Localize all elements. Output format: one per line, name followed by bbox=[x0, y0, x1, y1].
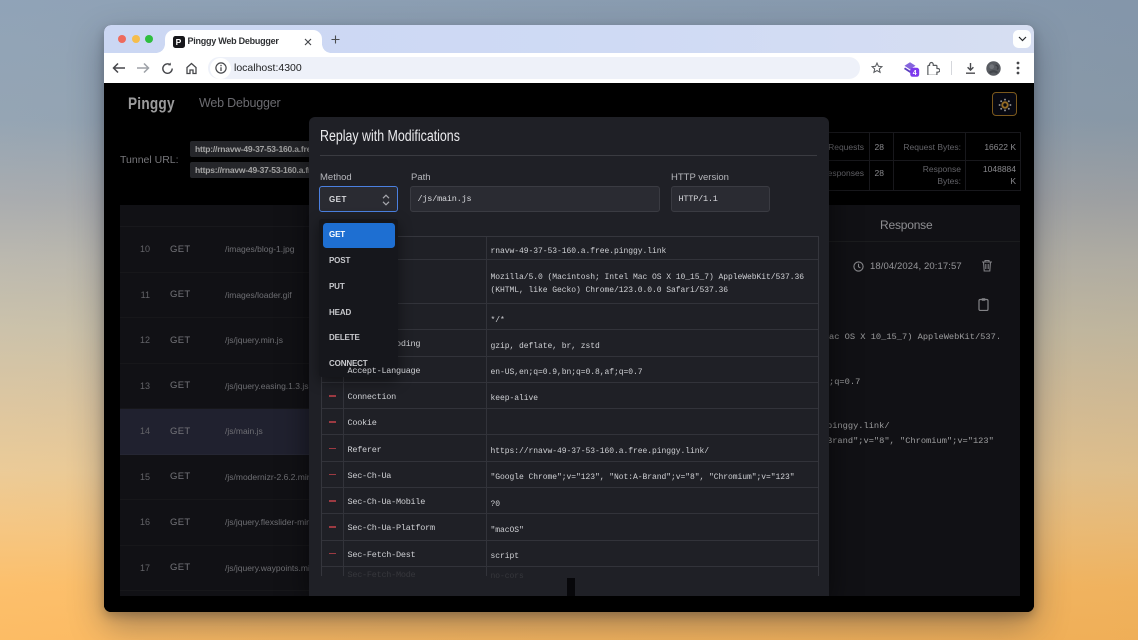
svg-text:4: 4 bbox=[913, 69, 917, 76]
